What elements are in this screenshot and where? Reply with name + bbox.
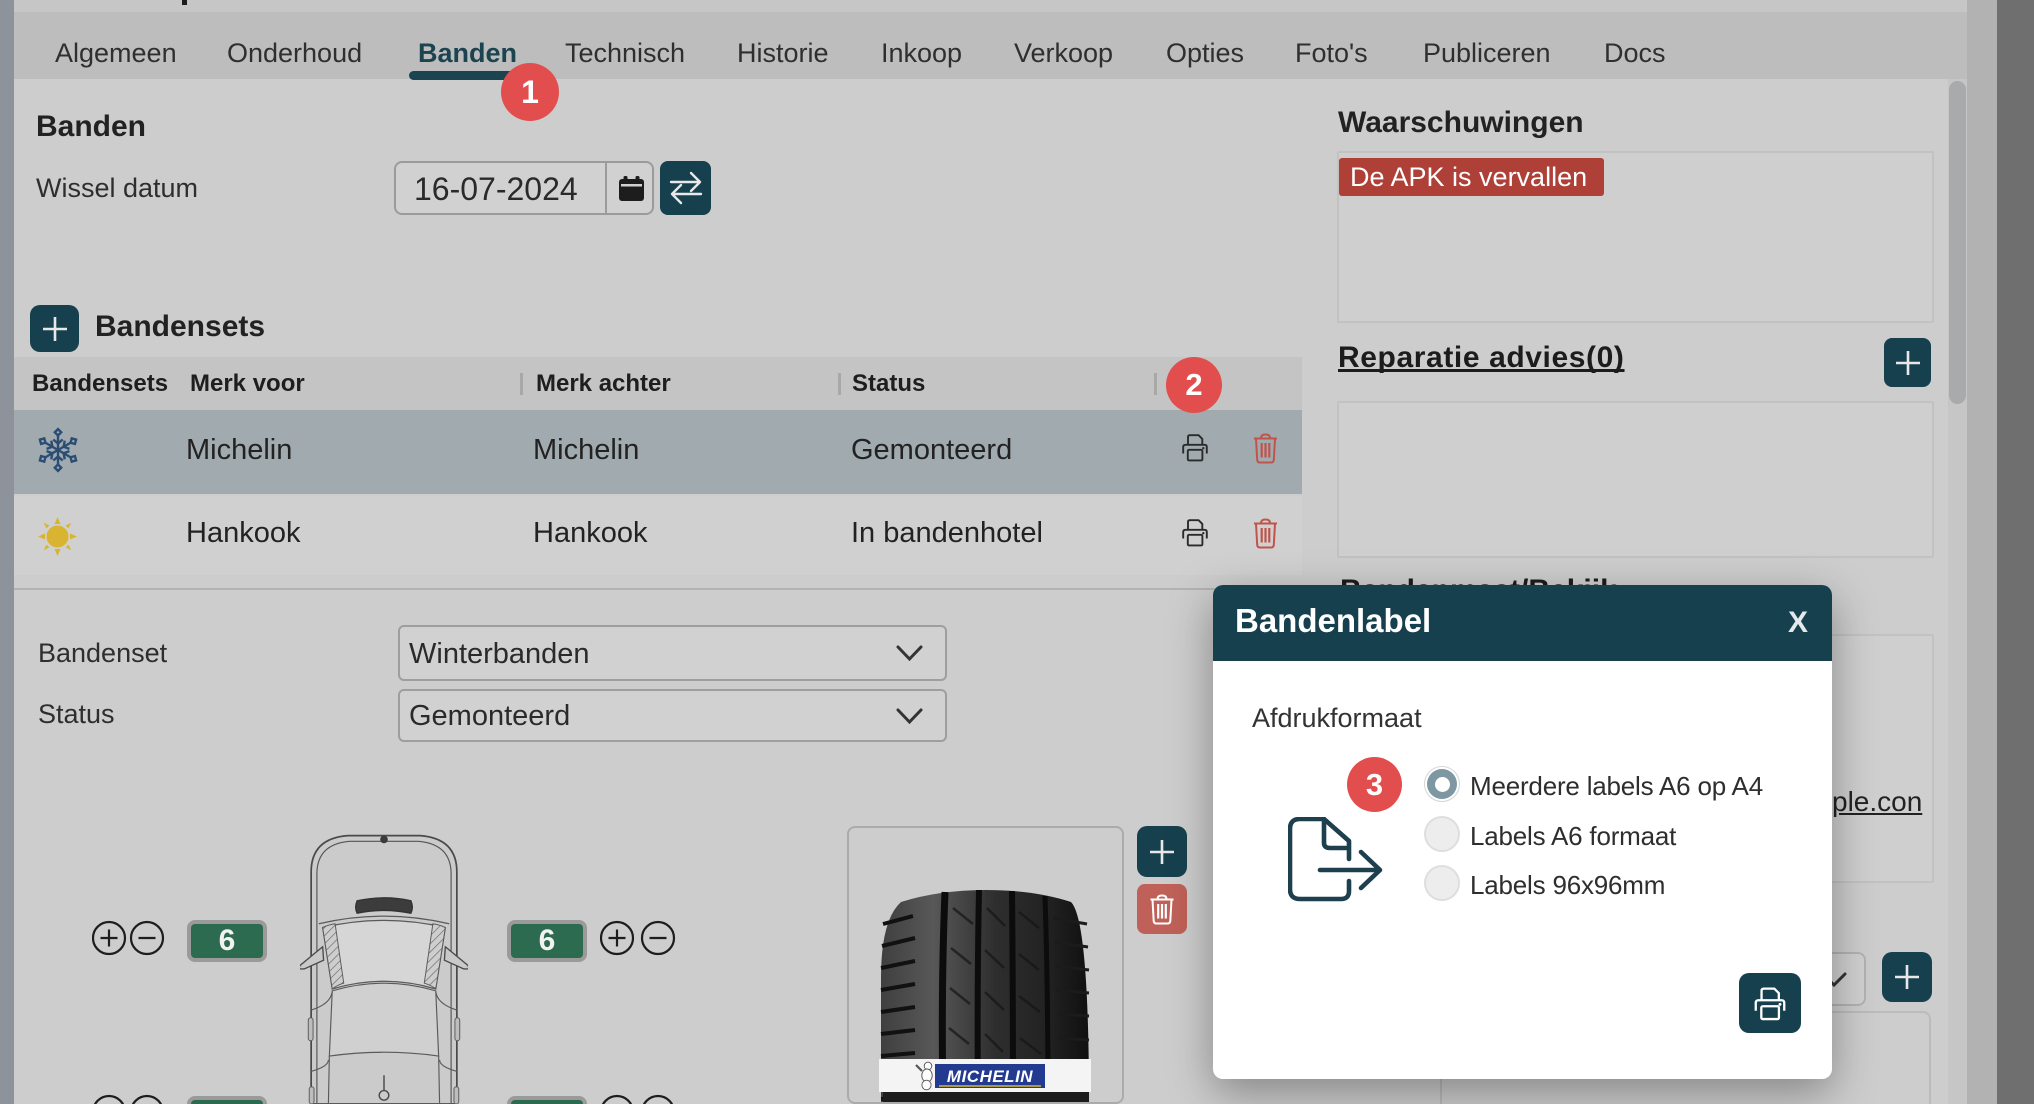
svg-text:MICHELIN: MICHELIN xyxy=(947,1067,1033,1086)
